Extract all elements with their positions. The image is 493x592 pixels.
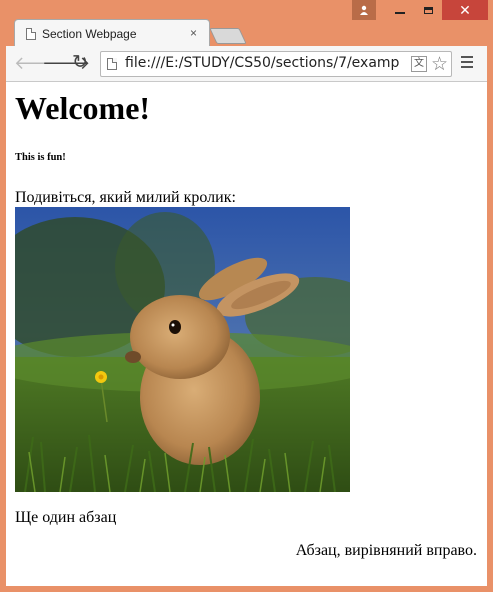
page-viewport: Welcome! This is fun! Подивіться, який м… xyxy=(6,82,487,586)
rabbit-image xyxy=(15,207,350,492)
page-subheading: This is fun! xyxy=(15,152,66,163)
close-button[interactable]: ✕ xyxy=(442,0,488,20)
paragraph-right-aligned: Абзац, вирівняний вправо. xyxy=(295,542,477,559)
minimize-icon xyxy=(395,12,405,14)
menu-icon[interactable] xyxy=(461,56,473,71)
user-icon[interactable] xyxy=(352,0,376,20)
page-icon xyxy=(26,28,36,40)
maximize-icon xyxy=(423,6,433,14)
address-bar[interactable]: file:///E:/STUDY/CS50/sections/7/examp 文… xyxy=(100,51,452,77)
tab-close-icon[interactable]: × xyxy=(190,26,197,40)
window-controls: ✕ xyxy=(352,0,488,22)
url-text[interactable]: file:///E:/STUDY/CS50/sections/7/examp xyxy=(125,55,405,71)
maximize-button[interactable] xyxy=(414,0,442,20)
bookmark-star-icon[interactable]: ☆ xyxy=(431,53,448,76)
page-icon xyxy=(107,58,117,70)
tab-label-group: Section Webpage xyxy=(26,22,137,46)
reload-icon[interactable]: ↻ xyxy=(72,53,88,73)
tab-title: Section Webpage xyxy=(42,27,137,41)
browser-toolbar: 🡐 🡒 ↻ file:///E:/STUDY/CS50/sections/7/e… xyxy=(6,46,487,82)
paragraph-another: Ще один абзац xyxy=(15,509,117,526)
paragraph-rabbit-intro: Подивіться, який милий кролик: xyxy=(15,189,236,206)
page-heading: Welcome! xyxy=(15,90,151,126)
close-icon: ✕ xyxy=(459,1,471,18)
minimize-button[interactable] xyxy=(386,0,414,20)
translate-icon[interactable]: 文 xyxy=(411,56,427,72)
